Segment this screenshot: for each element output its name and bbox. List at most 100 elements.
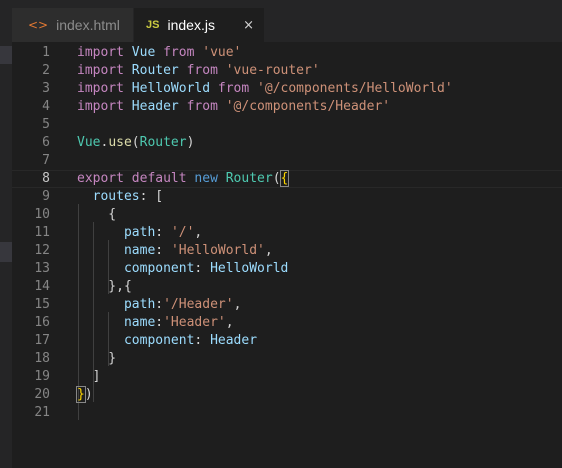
line-number: 10: [34, 207, 50, 222]
code-text: import Header from '@/components/Header': [77, 98, 390, 116]
line-number: 7: [42, 153, 50, 168]
code-token: component: [123, 261, 195, 276]
line-number: 9: [42, 189, 50, 204]
code-token: (: [272, 171, 281, 186]
code-line[interactable]: 20}): [12, 386, 562, 404]
code-token: '@/components/HelloWorld': [257, 81, 453, 96]
line-number: 18: [34, 351, 50, 366]
code-line[interactable]: 3 import HelloWorld from '@/components/He…: [12, 80, 562, 98]
line-number: 15: [34, 297, 50, 312]
code-token: ,: [264, 243, 273, 258]
line-number: 4: [42, 99, 50, 114]
code-token: import: [77, 81, 124, 96]
code-token: from: [186, 99, 218, 114]
tab-index-html[interactable]: <> index.html: [12, 8, 134, 42]
line-number: 2: [42, 63, 50, 78]
code-token: name: [123, 243, 156, 258]
code-token: :: [194, 261, 211, 276]
editor-window: <> index.html JS index.js × 1 import Vue …: [0, 0, 562, 468]
code-line[interactable]: 9 routes: [: [12, 188, 562, 206]
code-token: '@/components/Header': [225, 99, 391, 114]
tab-bar: <> index.html JS index.js ×: [12, 0, 562, 42]
line-number: 20: [34, 387, 50, 402]
code-line[interactable]: 7: [12, 152, 562, 170]
line-number: 17: [34, 333, 50, 348]
code-token: ,: [233, 297, 242, 312]
code-token: : [: [139, 189, 164, 204]
code-text: import Vue from 'vue': [77, 44, 241, 62]
code-text: name:'Header',: [77, 314, 234, 332]
code-line[interactable]: 2 import Router from 'vue-router': [12, 62, 562, 80]
code-line[interactable]: 11 path: '/',: [12, 224, 562, 242]
code-token: from: [186, 63, 218, 78]
line-number: 12: [34, 243, 50, 258]
code-line[interactable]: 5: [12, 116, 562, 134]
code-line[interactable]: 10 {: [12, 206, 562, 224]
tab-index-js[interactable]: JS index.js ×: [134, 8, 264, 42]
code-text: import Router from 'vue-router': [77, 62, 320, 80]
code-line[interactable]: 13 component: HelloWorld: [12, 260, 562, 278]
code-token: ): [186, 135, 195, 150]
code-line[interactable]: 21: [12, 404, 562, 422]
code-token: path: [123, 297, 156, 312]
code-line[interactable]: 19 ]: [12, 368, 562, 386]
sidebar-marker: [0, 242, 12, 262]
code-token: :: [155, 225, 171, 240]
line-number: 5: [42, 117, 50, 132]
code-editor[interactable]: 1 import Vue from 'vue' 2 import Router fro…: [12, 42, 562, 468]
code-token: '/': [170, 225, 195, 240]
code-token: Header: [210, 333, 258, 348]
code-line[interactable]: 15 path:'/Header',: [12, 296, 562, 314]
code-line[interactable]: 12 name: 'HelloWorld',: [12, 242, 562, 260]
code-line[interactable]: 6 Vue.use(Router): [12, 134, 562, 152]
line-number: 14: [34, 279, 50, 294]
code-token: HelloWorld: [131, 81, 211, 96]
code-text: component: Header: [77, 332, 257, 350]
code-text: path: '/',: [77, 224, 202, 242]
close-icon[interactable]: ×: [243, 18, 254, 33]
code-line[interactable]: 4 import Header from '@/components/Header…: [12, 98, 562, 116]
html-file-icon: <>: [28, 18, 49, 32]
code-token: from: [163, 45, 195, 60]
code-line[interactable]: 16 name:'Header',: [12, 314, 562, 332]
line-number: 11: [34, 225, 50, 240]
code-token: 'vue-router': [225, 63, 320, 78]
code-line[interactable]: 8 export default new Router({: [12, 170, 562, 188]
code-token: ]: [77, 369, 101, 384]
code-text: ]: [77, 368, 101, 386]
code-token: HelloWorld: [210, 261, 289, 276]
code-token: {: [279, 170, 290, 187]
code-line[interactable]: 1 import Vue from 'vue': [12, 44, 562, 62]
code-text: },{: [77, 278, 132, 296]
code-token: from: [217, 81, 250, 96]
code-text: path:'/Header',: [77, 296, 241, 314]
code-line[interactable]: 17 component: Header: [12, 332, 562, 350]
code-token: :: [155, 315, 164, 330]
code-line[interactable]: 14 },{: [12, 278, 562, 296]
line-number: 19: [34, 369, 50, 384]
tab-label: index.js: [167, 17, 215, 33]
code-line[interactable]: 18 }: [12, 350, 562, 368]
code-text: import HelloWorld from '@/components/Hel…: [77, 80, 453, 98]
code-token: use: [108, 135, 132, 150]
code-token: new: [194, 171, 218, 186]
code-token: 'HelloWorld': [170, 243, 265, 258]
code-token: 'Header': [163, 315, 226, 330]
line-number: 3: [42, 81, 50, 96]
code-text: }): [76, 386, 93, 404]
code-text: export default new Router({: [77, 170, 290, 187]
line-number: 13: [34, 261, 50, 276]
